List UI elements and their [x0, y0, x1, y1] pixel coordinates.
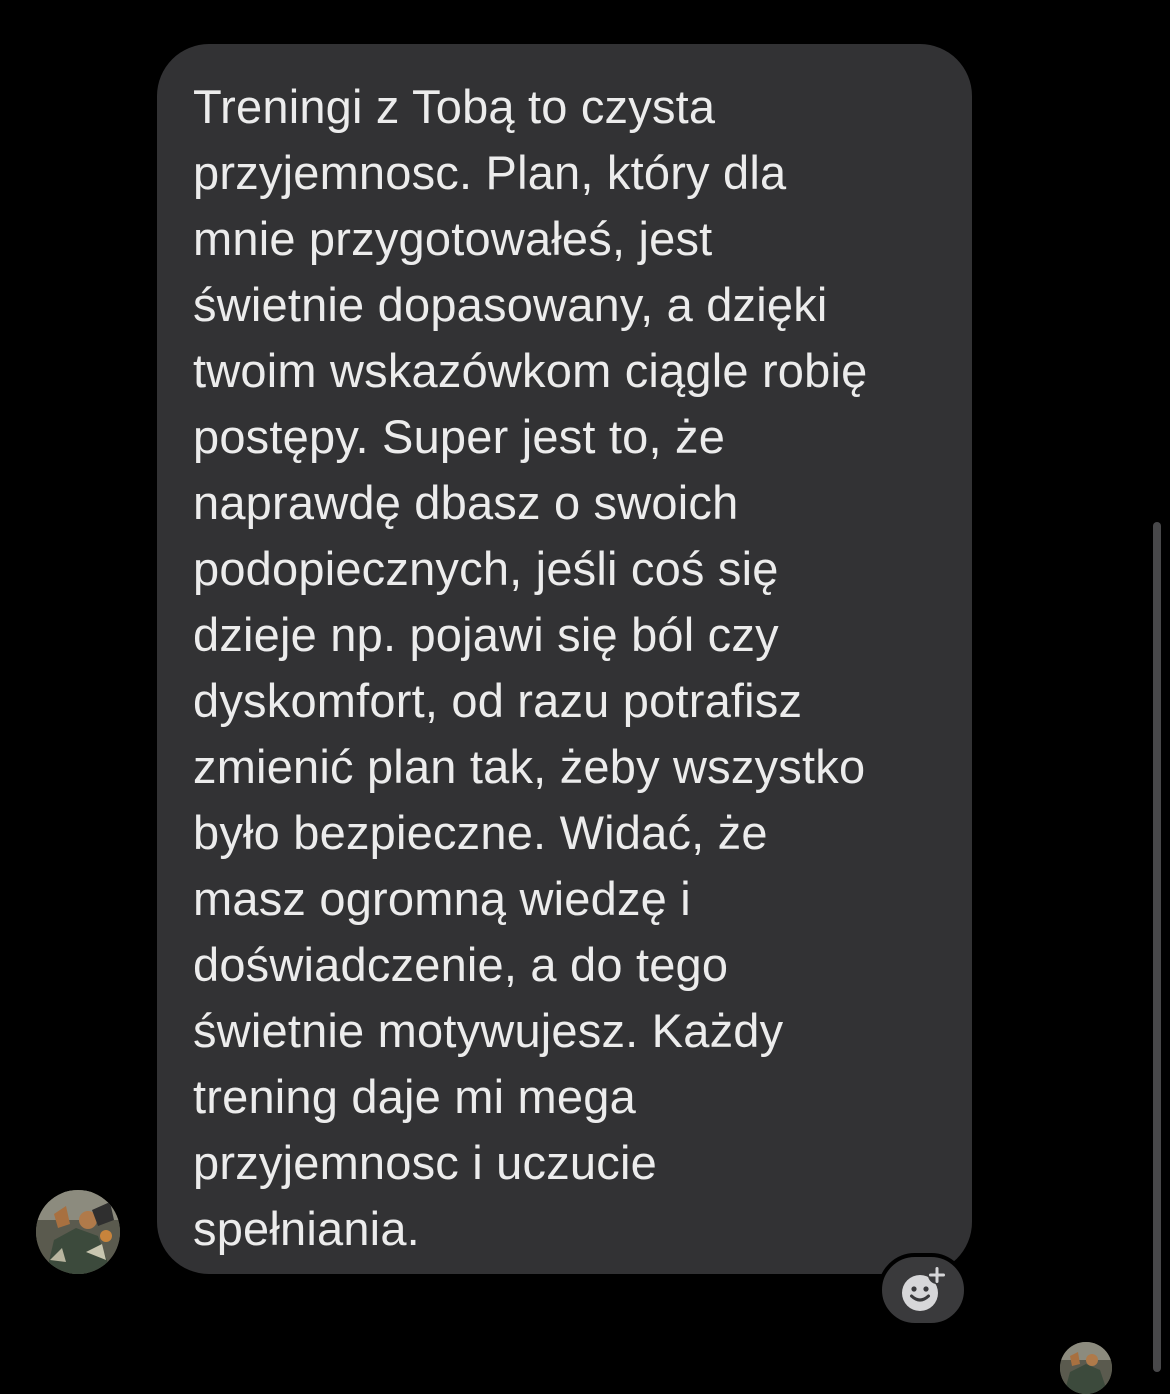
user-photo-icon [1060, 1342, 1112, 1394]
add-reaction-icon [902, 1266, 946, 1311]
chat-thread[interactable]: Treningi z Tobą to czysta przyjemnosc. P… [0, 0, 1170, 1394]
scrollbar[interactable] [1153, 522, 1161, 1372]
sender-avatar[interactable] [36, 1190, 120, 1274]
message-bubble[interactable]: Treningi z Tobą to czysta przyjemnosc. P… [157, 44, 972, 1274]
message-text: Treningi z Tobą to czysta przyjemnosc. P… [193, 80, 868, 1255]
user-photo-icon [36, 1190, 120, 1274]
read-receipt-avatar [1060, 1342, 1112, 1394]
add-reaction-button[interactable] [878, 1253, 968, 1327]
